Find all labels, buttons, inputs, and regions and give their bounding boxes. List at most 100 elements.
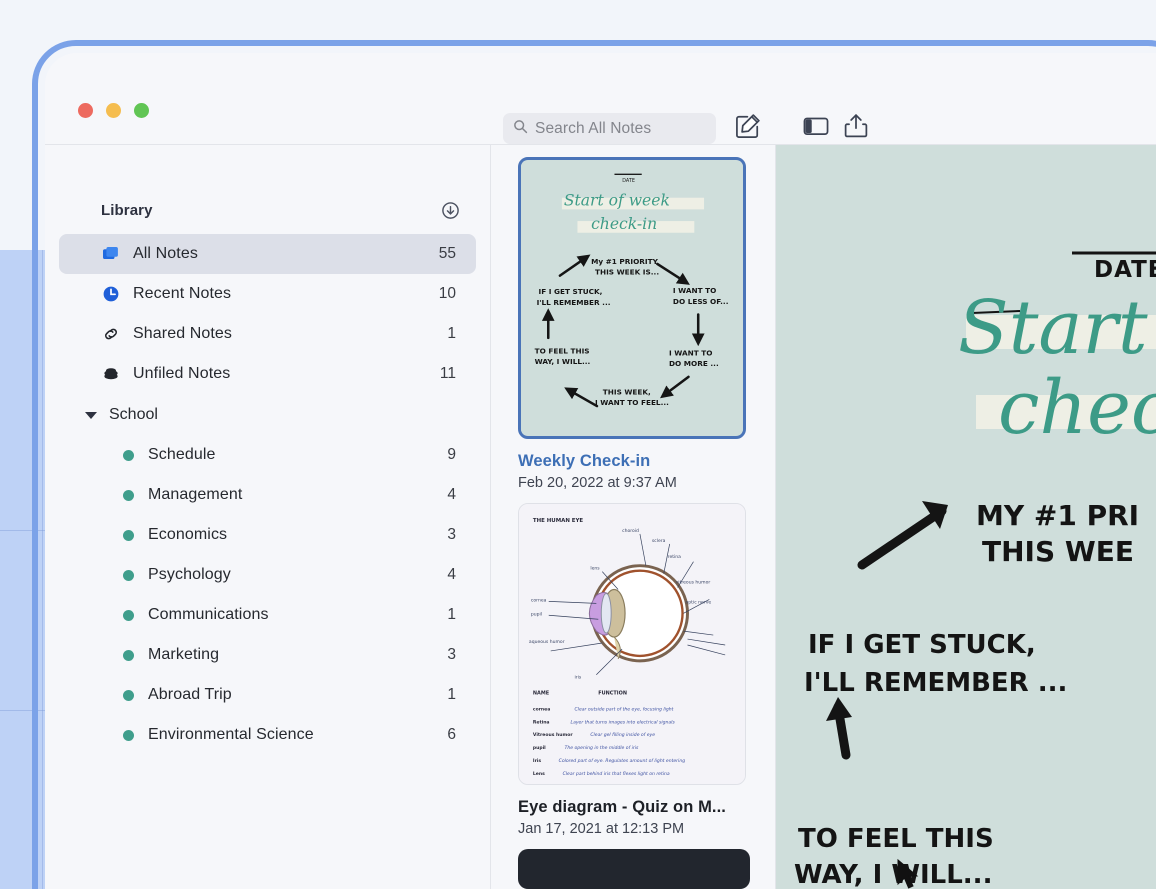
svg-text:IF I GET STUCK,: IF I GET STUCK,	[808, 630, 1036, 660]
svg-text:DO LESS OF...: DO LESS OF...	[673, 297, 729, 306]
svg-text:Clear outside part of the eye,: Clear outside part of the eye, focusing …	[575, 706, 674, 712]
close-button[interactable]	[78, 103, 93, 118]
compose-icon[interactable]	[733, 111, 763, 141]
folder-color-dot	[123, 489, 134, 501]
svg-text:check-: check-	[998, 365, 1156, 451]
add-folder-icon[interactable]	[441, 201, 460, 220]
svg-text:THIS WEEK,: THIS WEEK,	[603, 387, 651, 396]
svg-text:Vitreous humor: Vitreous humor	[533, 732, 573, 738]
folder-count: 9	[447, 446, 456, 463]
smart-folders-list: All Notes 55 Recent Notes 10 Shared Note…	[45, 234, 490, 394]
note-thumbnail-eye-diagram[interactable]: THE HUMAN EYE choroid sclera retina vitr…	[518, 503, 746, 785]
list-item[interactable]	[491, 837, 775, 889]
svg-text:I'LL REMEMBER ...: I'LL REMEMBER ...	[804, 668, 1067, 698]
sidebar-item-environmental-science[interactable]: Environmental Science 6	[59, 715, 476, 755]
note-detail-canvas[interactable]: DATE Start of check- MY #1 PRI THIS WEE …	[776, 145, 1156, 889]
shared-notes-icon	[102, 325, 120, 343]
sidebar-item-schedule[interactable]: Schedule 9	[59, 435, 476, 475]
search-icon	[513, 119, 528, 139]
sidebar-toggle-icon[interactable]	[801, 111, 831, 141]
svg-text:DATE: DATE	[1094, 257, 1156, 283]
sidebar-item-recent-notes[interactable]: Recent Notes 10	[59, 274, 476, 314]
svg-text:pupil: pupil	[533, 745, 546, 751]
note-title[interactable]: Weekly Check-in	[518, 452, 750, 471]
sidebar-item-communications[interactable]: Communications 1	[59, 595, 476, 635]
folder-color-dot	[123, 609, 134, 621]
screen: Search All Notes Library All Notes 55 Re…	[0, 0, 1156, 889]
svg-text:MY #1 PRI: MY #1 PRI	[976, 499, 1139, 532]
svg-text:Iris: Iris	[533, 758, 541, 764]
svg-text:I WANT TO: I WANT TO	[669, 348, 712, 357]
svg-text:lens: lens	[590, 566, 600, 572]
folder-label: Abroad Trip	[148, 686, 232, 703]
list-item[interactable]: DATE Start of week check-in My #1 PRIORI…	[491, 145, 775, 491]
folder-label: Marketing	[148, 646, 220, 663]
svg-text:My #1 PRIORITY: My #1 PRIORITY	[591, 257, 658, 266]
sidebar-item-count: 1	[447, 325, 456, 342]
svg-text:aqueous humor: aqueous humor	[529, 639, 565, 645]
svg-text:I'LL REMEMBER ...: I'LL REMEMBER ...	[537, 298, 611, 307]
svg-text:sclera: sclera	[652, 538, 666, 544]
list-item[interactable]: THE HUMAN EYE choroid sclera retina vitr…	[491, 491, 775, 837]
sidebar-item-marketing[interactable]: Marketing 3	[59, 635, 476, 675]
note-date: Jan 17, 2021 at 12:13 PM	[518, 821, 685, 837]
folder-color-dot	[123, 689, 134, 701]
folder-label: Schedule	[148, 446, 216, 463]
minimize-button[interactable]	[106, 103, 121, 118]
chevron-down-icon[interactable]	[85, 411, 97, 419]
svg-text:NAME: NAME	[533, 691, 550, 697]
folder-count: 1	[447, 686, 456, 703]
svg-text:iris: iris	[575, 675, 582, 681]
zoom-button[interactable]	[134, 103, 149, 118]
note-list[interactable]: DATE Start of week check-in My #1 PRIORI…	[491, 145, 776, 889]
svg-text:check-in: check-in	[591, 215, 657, 233]
folder-label: Management	[148, 486, 243, 503]
sidebar-item-all-notes[interactable]: All Notes 55	[59, 234, 476, 274]
svg-text:THIS WEEK IS...: THIS WEEK IS...	[595, 268, 659, 277]
svg-text:Start of week: Start of week	[564, 192, 670, 210]
sidebar-group-label: School	[109, 406, 158, 423]
sidebar-item-management[interactable]: Management 4	[59, 475, 476, 515]
sidebar-item-count: 11	[439, 365, 456, 382]
folder-list: Schedule 9 Management 4 Economics 3 Psyc…	[45, 435, 490, 755]
all-notes-icon	[102, 245, 120, 263]
notes-app-window: Search All Notes Library All Notes 55 Re…	[45, 53, 1156, 889]
note-date: Feb 20, 2022 at 9:37 AM	[518, 475, 677, 491]
svg-text:IF I GET STUCK,: IF I GET STUCK,	[539, 287, 603, 296]
svg-text:vitreous humor: vitreous humor	[676, 580, 711, 586]
folder-color-dot	[123, 449, 134, 461]
sidebar-group-school[interactable]: School	[45, 395, 490, 435]
note-title[interactable]: Eye diagram - Quiz on M...	[518, 798, 750, 817]
sidebar-item-count: 55	[438, 245, 456, 262]
share-icon[interactable]	[841, 111, 871, 141]
svg-text:cornea: cornea	[533, 706, 550, 712]
folder-label: Economics	[148, 526, 228, 543]
folder-label: Psychology	[148, 566, 231, 583]
sidebar-item-abroad-trip[interactable]: Abroad Trip 1	[59, 675, 476, 715]
svg-text:retina: retina	[668, 554, 681, 560]
svg-text:Layer that turns images into e: Layer that turns images into electrical …	[571, 719, 676, 725]
note-thumbnail-dark-note[interactable]	[518, 849, 750, 889]
folder-count: 6	[447, 726, 456, 743]
folder-color-dot	[123, 569, 134, 581]
svg-text:Start of: Start of	[958, 285, 1156, 371]
folder-color-dot	[123, 729, 134, 741]
folder-color-dot	[123, 649, 134, 661]
traffic-lights	[78, 103, 149, 118]
folder-count: 1	[447, 606, 456, 623]
search-input[interactable]: Search All Notes	[503, 113, 716, 144]
sidebar-item-label: Shared Notes	[133, 325, 233, 342]
folder-count: 4	[447, 566, 456, 583]
search-placeholder: Search All Notes	[535, 119, 652, 137]
note-thumbnail-weekly-checkin[interactable]: DATE Start of week check-in My #1 PRIORI…	[518, 157, 746, 439]
sidebar-item-economics[interactable]: Economics 3	[59, 515, 476, 555]
svg-text:WAY, I WILL...: WAY, I WILL...	[535, 357, 591, 366]
sidebar-item-unfiled-notes[interactable]: Unfiled Notes 11	[59, 354, 476, 394]
sidebar-item-shared-notes[interactable]: Shared Notes 1	[59, 314, 476, 354]
svg-text:THE HUMAN EYE: THE HUMAN EYE	[533, 518, 584, 524]
sidebar-item-psychology[interactable]: Psychology 4	[59, 555, 476, 595]
svg-text:Clear part behind iris that fl: Clear part behind iris that flexes light…	[563, 771, 670, 777]
svg-text:cornea: cornea	[531, 597, 547, 603]
unfiled-notes-icon	[102, 365, 120, 383]
folder-label: Communications	[148, 606, 269, 623]
